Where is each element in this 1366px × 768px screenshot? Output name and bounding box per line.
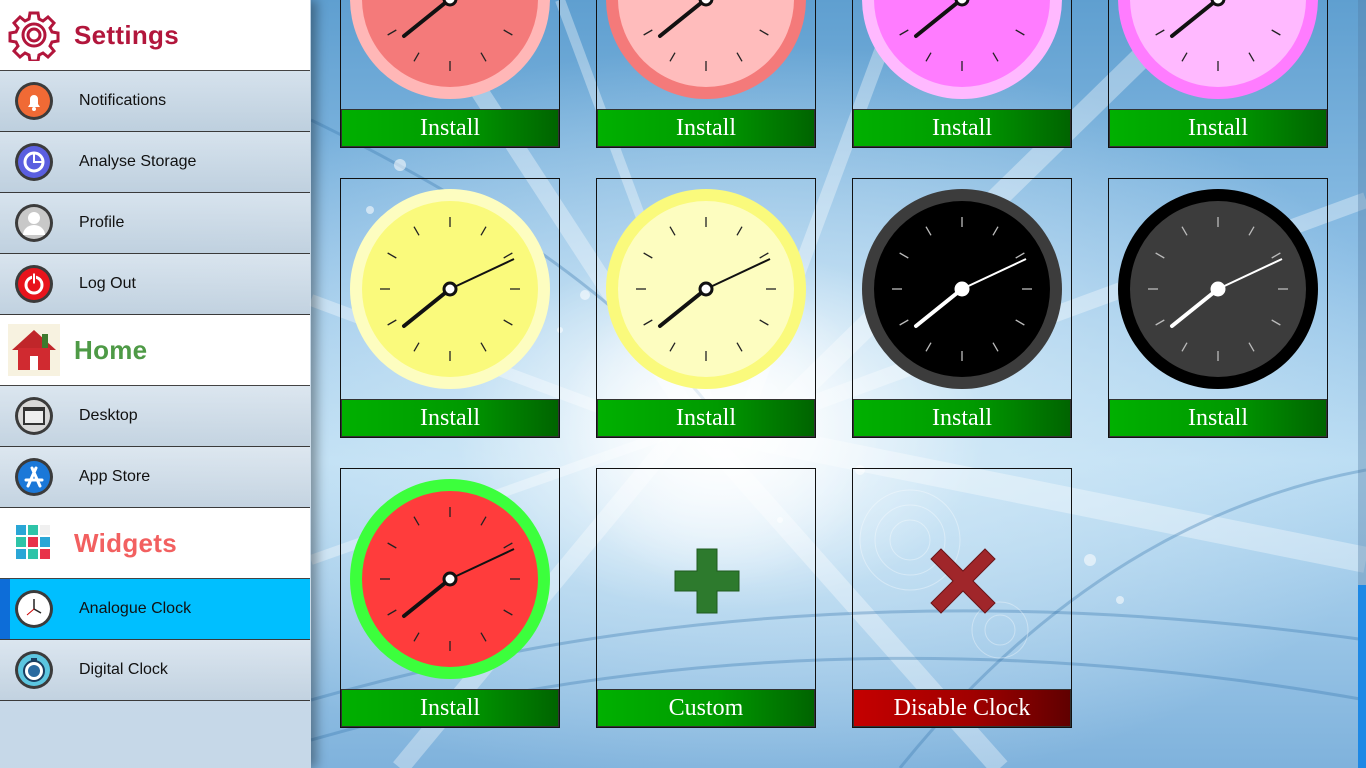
clock-card: Install [340,468,560,728]
sidebar-item-label: Analyse Storage [79,153,197,170]
clock-face-preview [606,0,806,99]
widgets-grid-icon [8,517,60,569]
sidebar-item-notifications[interactable]: Notifications [0,71,310,132]
sidebar-item-desktop[interactable]: Desktop [0,386,310,447]
clock-card: Install [340,0,560,148]
clock-card: Install [852,0,1072,148]
clock-card: Install [1108,0,1328,148]
plus-icon [674,548,740,614]
sidebar-item-app-store[interactable]: App Store [0,447,310,508]
install-button[interactable]: Install [853,399,1071,437]
clock-face-preview [350,0,550,99]
clock-card: Install [596,0,816,148]
install-button[interactable]: Install [341,399,559,437]
scrollbar-thumb[interactable] [1358,585,1366,768]
clock-face-preview [1118,0,1318,99]
install-button[interactable]: Install [597,109,815,147]
clock-face-preview [606,189,806,389]
sidebar-item-label: Desktop [79,407,138,424]
storage-icon [14,142,54,182]
sidebar: Settings Notifications Analyse Storage P… [0,0,311,768]
digital-clock-icon [14,650,54,690]
clock-card: Install [1108,178,1328,438]
clock-face-preview [862,189,1062,389]
home-title: Home [74,334,148,365]
clock-card: Install [340,178,560,438]
install-button[interactable]: Install [341,109,559,147]
install-button[interactable]: Install [341,689,559,727]
disable-clock-card[interactable]: Disable Clock [852,468,1072,728]
install-button[interactable]: Install [597,399,815,437]
sidebar-item-label: Analogue Clock [79,600,192,617]
clock-face-preview [1118,189,1318,389]
settings-header[interactable]: Settings [0,0,310,71]
settings-title: Settings [74,19,179,50]
desktop-icon [14,396,54,436]
app-store-icon [14,457,54,497]
house-icon [8,324,60,376]
sidebar-item-analyse-storage[interactable]: Analyse Storage [0,132,310,193]
install-button[interactable]: Install [853,109,1071,147]
clock-face-preview [862,0,1062,99]
power-icon [14,264,54,304]
install-button[interactable]: Install [1109,109,1327,147]
sidebar-item-label: App Store [79,468,151,485]
home-header[interactable]: Home [0,315,310,386]
sidebar-item-analogue-clock[interactable]: Analogue Clock [0,579,310,640]
analogue-clock-icon [14,589,54,629]
sidebar-item-digital-clock[interactable]: Digital Clock [0,640,310,701]
sidebar-item-label: Notifications [79,92,167,109]
clock-card: Install [852,178,1072,438]
install-button[interactable]: Install [1109,399,1327,437]
sidebar-item-label: Log Out [79,275,136,292]
disable-clock-button[interactable]: Disable Clock [853,689,1071,727]
clock-face-preview [350,189,550,389]
gear-icon [8,9,60,61]
scrollbar-track[interactable] [1358,0,1366,768]
custom-clock-card[interactable]: Custom [596,468,816,728]
bell-icon [14,81,54,121]
x-icon [930,548,996,614]
sidebar-item-label: Profile [79,214,125,231]
clock-card: Install [596,178,816,438]
clock-face-preview [350,479,550,679]
custom-button[interactable]: Custom [597,689,815,727]
sidebar-item-profile[interactable]: Profile [0,193,310,254]
user-icon [14,203,54,243]
widgets-header[interactable]: Widgets [0,508,310,579]
widgets-title: Widgets [74,527,177,558]
sidebar-item-label: Digital Clock [79,661,168,678]
sidebar-item-log-out[interactable]: Log Out [0,254,310,315]
